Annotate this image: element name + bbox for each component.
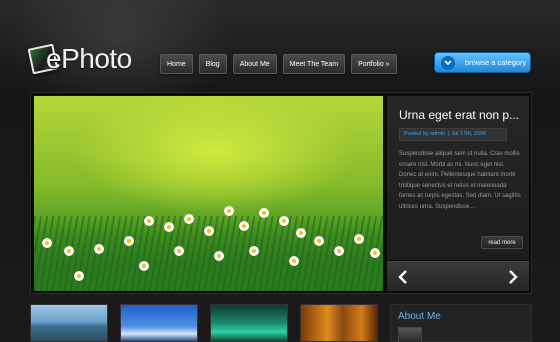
header: ePhoto Home Blog About Me Meet The Team …: [0, 0, 560, 92]
read-more-button[interactable]: read more: [481, 236, 523, 249]
daisy-decoration: [279, 216, 289, 226]
featured-image[interactable]: [34, 96, 383, 291]
daisy-decoration: [314, 236, 324, 246]
featured-slider: Urna eget erat non p... Posted by admin …: [30, 92, 532, 294]
daisy-decoration: [164, 222, 174, 232]
main-nav: Home Blog About Me Meet The Team Portfol…: [160, 54, 397, 74]
slider-controls: [387, 261, 529, 291]
thumbnail-image[interactable]: [30, 304, 108, 342]
daisy-decoration: [42, 238, 52, 248]
daisy-decoration: [64, 246, 74, 256]
post-author[interactable]: admin: [430, 131, 445, 137]
daisy-decoration: [124, 236, 134, 246]
daisy-decoration: [144, 216, 154, 226]
nav-item-about-me[interactable]: About Me: [232, 54, 277, 74]
thumbnail-image[interactable]: [210, 304, 288, 342]
sidebar-heading: About Me: [398, 311, 441, 322]
browse-category-label: browse a category: [465, 58, 527, 67]
daisy-decoration: [94, 244, 104, 254]
arrow-left-icon[interactable]: [393, 267, 413, 287]
daisy-decoration: [74, 271, 84, 281]
post-meta-prefix: Posted by: [404, 131, 429, 137]
thumbnail-strip: [30, 304, 380, 342]
thumbnail-image[interactable]: [120, 304, 198, 342]
daisy-decoration: [204, 226, 214, 236]
post-meta-separator: |: [447, 131, 449, 137]
nav-item-meet-the-team[interactable]: Meet The Team: [282, 54, 346, 74]
nav-item-home[interactable]: Home: [160, 54, 193, 74]
post-date: Jul 17th, 2008: [451, 131, 487, 137]
post-excerpt: Suspendisse aliquet sem ut nulla. Cras m…: [399, 151, 521, 210]
featured-post-panel: Urna eget erat non p... Posted by admin …: [387, 96, 529, 260]
daisy-decoration: [370, 248, 380, 258]
daisy-decoration: [249, 246, 259, 256]
daisy-decoration: [184, 214, 194, 224]
thumbnail-image[interactable]: [300, 304, 378, 342]
avatar: [398, 327, 422, 342]
arrow-right-icon[interactable]: [503, 267, 523, 287]
logo[interactable]: ePhoto: [27, 42, 142, 78]
daisy-decoration: [354, 234, 364, 244]
daisy-decoration: [334, 246, 344, 256]
daisy-decoration: [224, 206, 234, 216]
daisy-decoration: [289, 256, 299, 266]
daisy-decoration: [139, 261, 149, 271]
about-me-widget: About Me: [390, 304, 532, 342]
post-meta: Posted by admin | Jul 17th, 2008: [399, 128, 507, 141]
logo-text: ePhoto: [46, 43, 132, 74]
browse-category-button[interactable]: browse a category: [434, 52, 531, 73]
daisy-decoration: [174, 246, 184, 256]
featured-post-title[interactable]: Urna eget erat non p...: [399, 108, 519, 122]
daisy-decoration: [239, 221, 249, 231]
chevron-down-icon: [441, 55, 455, 70]
daisy-decoration: [259, 208, 269, 218]
daisy-decoration: [214, 251, 224, 261]
daisy-decoration: [296, 228, 306, 238]
nav-item-portfolio[interactable]: Portfolio »: [351, 54, 397, 74]
nav-item-blog[interactable]: Blog: [198, 54, 227, 74]
